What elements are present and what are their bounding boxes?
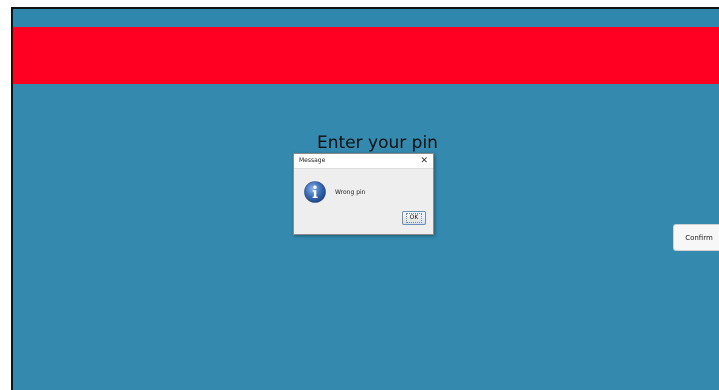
ok-button-label: OK — [405, 213, 423, 223]
dialog-titlebar[interactable]: Message ✕ — [294, 154, 433, 169]
ok-button[interactable]: OK — [402, 211, 426, 225]
close-icon[interactable]: ✕ — [420, 155, 428, 167]
confirm-button[interactable]: Confirm — [673, 224, 719, 251]
dialog-title: Message — [299, 157, 326, 164]
header-banner — [13, 27, 719, 84]
info-icon — [304, 181, 326, 203]
message-dialog: Message ✕ Wrong pin OK — [293, 153, 434, 235]
title-strip — [13, 9, 719, 27]
dialog-message: Wrong pin — [335, 189, 366, 196]
pin-prompt-label: Enter your pin — [317, 133, 438, 153]
